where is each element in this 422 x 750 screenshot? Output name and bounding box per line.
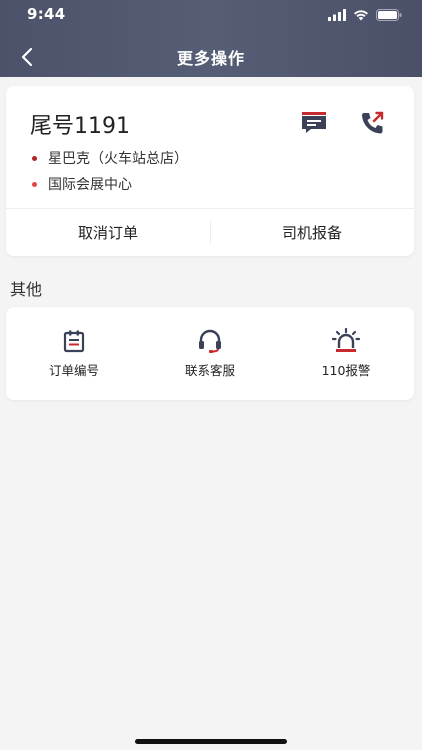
cancel-order-button[interactable]: 取消订单 [6,209,210,256]
cellular-signal-icon [328,9,346,21]
nav-bar: 更多操作 [0,36,422,76]
to-dot-icon [32,181,37,187]
status-time: 9:44 [27,5,66,23]
police-110-button[interactable]: 110报警 [278,307,414,400]
to-address-text: 国际会展中心 [48,177,132,193]
alarm-siren-icon [332,328,360,352]
headset-icon [199,329,221,353]
call-button[interactable] [358,108,388,138]
from-address-text: 星巴克（火车站总店） [48,151,188,167]
tail-number: 尾号1191 [30,114,130,139]
home-indicator [135,739,287,744]
order-number-label: 订单编号 [48,363,99,378]
message-button[interactable] [299,108,329,138]
status-icons [328,8,402,22]
order-number-icon [63,330,85,353]
contact-service-button[interactable]: 联系客服 [142,307,278,400]
police-110-label: 110报警 [321,363,371,378]
wifi-icon [354,10,368,21]
from-dot-icon [32,155,37,161]
chat-message-icon [302,112,326,133]
from-address: 星巴克（火车站总店） [32,148,188,168]
page-title: 更多操作 [176,49,245,68]
to-address: 国际会展中心 [32,174,132,194]
contact-service-label: 联系客服 [184,363,235,378]
other-actions-card: 订单编号 联系客服 110报警 [6,307,414,400]
status-bar: 9:44 [0,0,422,30]
battery-icon [376,9,402,21]
order-card: 尾号1191 星巴克（火车站总店） 国际会展中心 取消订单 司机报备 [6,86,414,256]
driver-report-button[interactable]: 司机报备 [210,209,414,256]
header: 9:44 更多操作 [0,0,422,77]
section-title-other: 其他 [10,280,43,299]
order-number-button[interactable]: 订单编号 [6,307,142,400]
phone-call-icon [362,111,384,134]
